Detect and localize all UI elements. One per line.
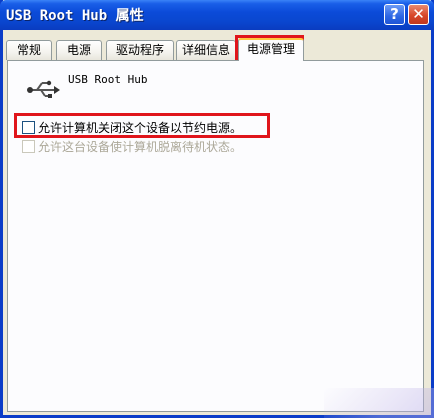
tab-power[interactable]: 电源 xyxy=(56,40,102,60)
tab-power-management[interactable]: 电源管理 xyxy=(238,38,304,61)
help-button[interactable]: ? xyxy=(384,4,405,25)
power-management-panel xyxy=(7,60,424,412)
usb-icon xyxy=(27,80,60,98)
close-icon: ✕ xyxy=(412,5,425,23)
question-mark-icon: ? xyxy=(390,5,399,23)
watermark xyxy=(324,388,434,418)
close-button[interactable]: ✕ xyxy=(408,4,429,25)
tab-general[interactable]: 常规 xyxy=(6,40,52,60)
tab-details[interactable]: 详细信息 xyxy=(176,40,236,60)
window-title: USB Root Hub 属性 xyxy=(6,8,144,24)
title-bar[interactable]: USB Root Hub 属性 ? ✕ xyxy=(0,0,434,30)
allow-turn-off-label[interactable]: 允许计算机关闭这个设备以节约电源。 xyxy=(38,119,242,136)
allow-wake-label: 允许这台设备使计算机脱离待机状态。 xyxy=(38,140,243,154)
allow-turn-off-checkbox[interactable] xyxy=(22,121,35,134)
tab-driver[interactable]: 驱动程序 xyxy=(106,40,174,60)
device-name: USB Root Hub xyxy=(68,73,148,86)
allow-wake-checkbox xyxy=(22,140,35,153)
